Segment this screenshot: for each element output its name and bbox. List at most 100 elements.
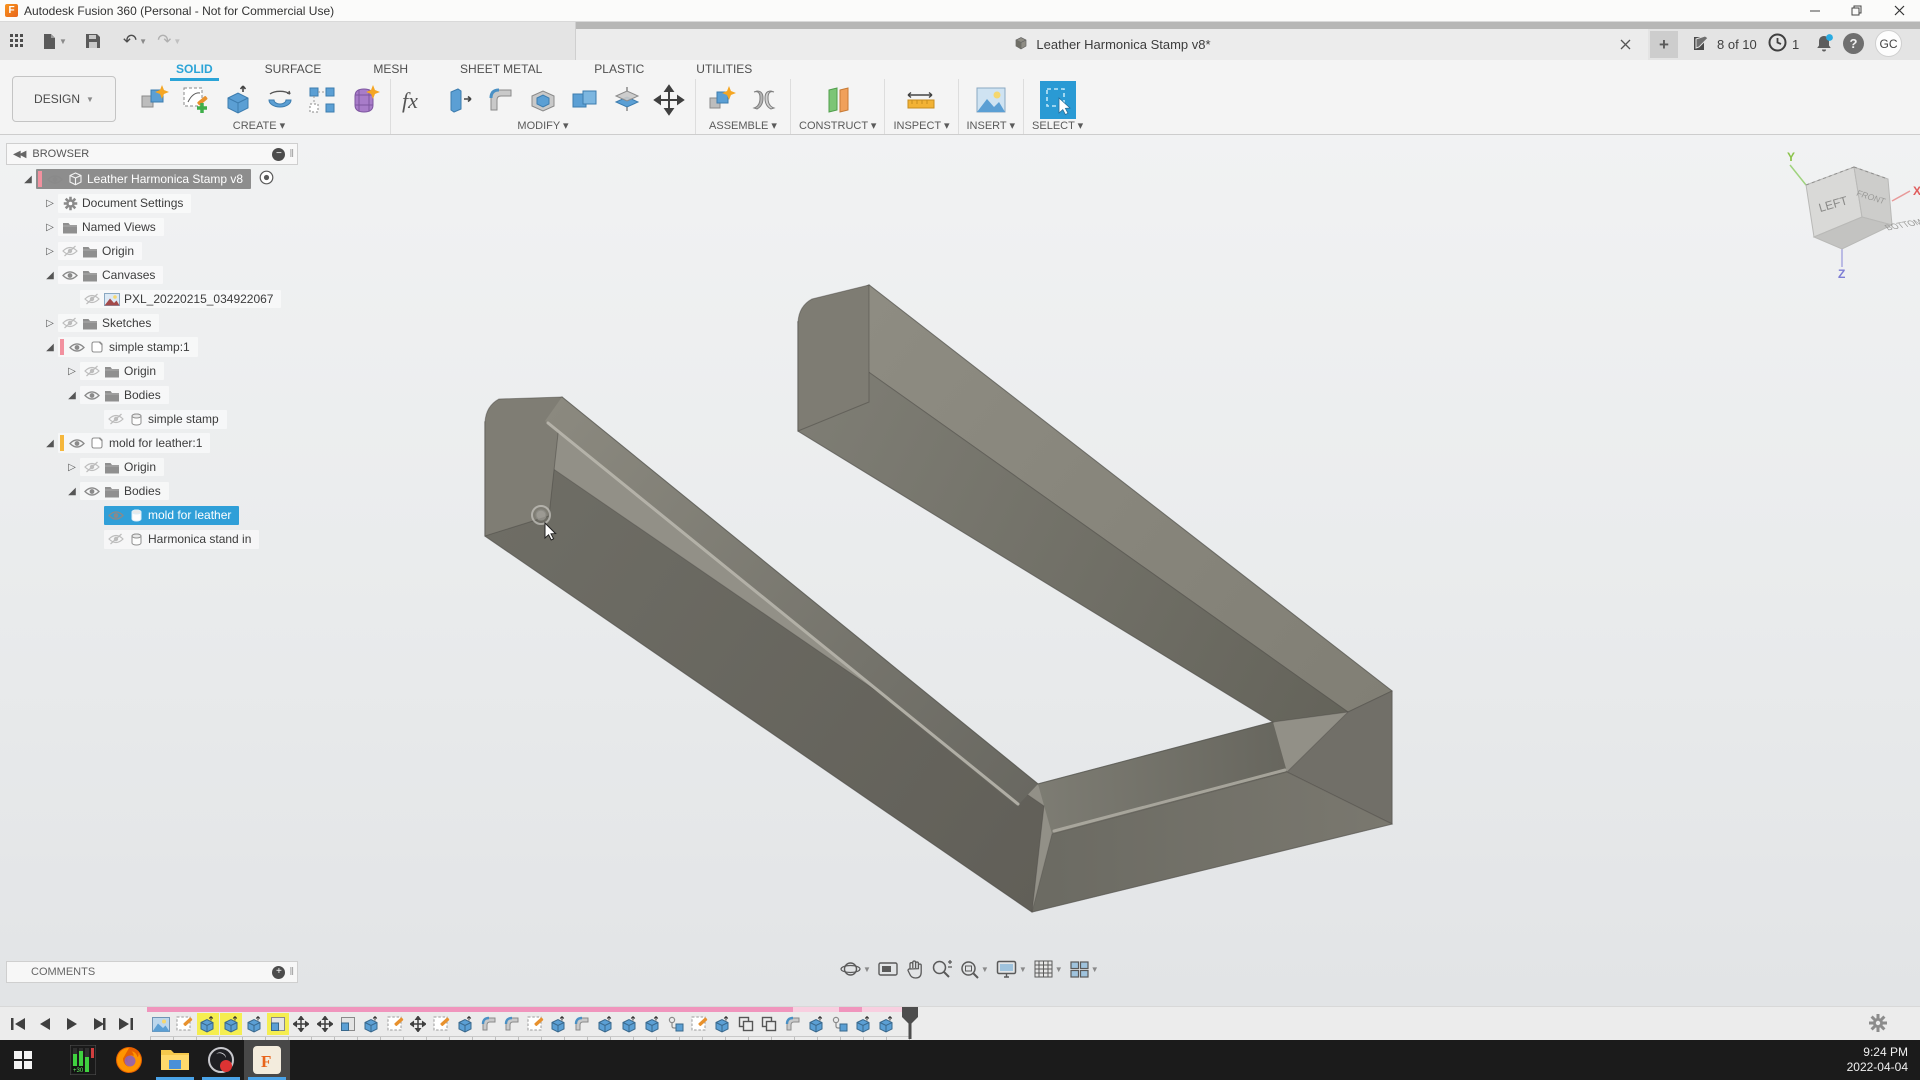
expand-arrow-icon[interactable]: ▷	[64, 366, 80, 377]
timeline-feature-extrude[interactable]	[244, 1013, 266, 1035]
visibility-eye-icon[interactable]	[106, 510, 126, 521]
firefox-icon[interactable]	[106, 1040, 152, 1080]
parameters-fx-icon[interactable]: fx	[399, 81, 435, 119]
minimize-button[interactable]	[1794, 0, 1836, 21]
ribbon-group-label[interactable]: CREATE ▾	[233, 119, 285, 132]
timeline-skip-start-button[interactable]	[8, 1014, 28, 1034]
collapse-arrow-icon[interactable]: ◢	[20, 174, 36, 185]
extrude-icon[interactable]	[220, 81, 256, 119]
look-at-tool-icon[interactable]	[878, 960, 898, 978]
collapse-panel-icon[interactable]: ◀◀	[13, 149, 24, 160]
shell-icon[interactable]	[525, 81, 561, 119]
fit-tool-icon[interactable]: ▼	[959, 959, 989, 979]
taskbar-clock[interactable]: 9:24 PM 2022-04-04	[1847, 1045, 1920, 1075]
view-cube[interactable]: Y X Z LEFT FRONT BOTTOM	[1778, 143, 1920, 278]
ribbon-group-label[interactable]: ASSEMBLE ▾	[709, 119, 777, 132]
file-explorer-icon[interactable]	[152, 1040, 198, 1080]
viewport-3d[interactable]: Y X Z LEFT FRONT BOTTOM ◀◀ BROWSER − ‖ ◢…	[0, 135, 1920, 1006]
browser-row-simple-stamp[interactable]: simple stamp	[6, 407, 346, 431]
move-copy-icon[interactable]	[651, 81, 687, 119]
visibility-eye-off-icon[interactable]	[106, 413, 126, 425]
viewports-tool-icon[interactable]: ▼	[1070, 961, 1099, 978]
timeline-feature-extrude[interactable]	[712, 1013, 734, 1035]
ribbon-group-label[interactable]: INSPECT ▾	[893, 119, 949, 132]
visibility-eye-off-icon[interactable]	[60, 317, 80, 329]
collapse-arrow-icon[interactable]: ◢	[42, 438, 58, 449]
timeline-feature-extrude[interactable]	[361, 1013, 383, 1035]
browser-row-harmonica-stand-in[interactable]: Harmonica stand in	[6, 527, 346, 551]
ribbon-tab-utilities[interactable]: UTILITIES	[670, 60, 778, 79]
assemble-component-icon[interactable]	[704, 81, 740, 119]
pattern-icon[interactable]	[304, 81, 340, 119]
timeline-feature-plane[interactable]	[267, 1013, 289, 1035]
browser-row-origin[interactable]: ▷Origin	[6, 239, 346, 263]
timeline-feature-canvas[interactable]	[150, 1013, 172, 1035]
visibility-eye-off-icon[interactable]	[82, 293, 102, 305]
timeline-feature-pattern[interactable]	[758, 1013, 780, 1035]
visibility-eye-off-icon[interactable]	[82, 461, 102, 473]
expand-arrow-icon[interactable]: ▷	[42, 198, 58, 209]
display-settings-tool-icon[interactable]: ▼	[996, 960, 1027, 979]
insert-image-icon[interactable]	[973, 81, 1009, 119]
browser-minimize-icon[interactable]: −	[272, 148, 285, 161]
timeline-step-back-button[interactable]	[35, 1014, 55, 1034]
browser-panel-header[interactable]: ◀◀ BROWSER − ‖	[6, 143, 298, 165]
timeline-step-forward-button[interactable]	[89, 1014, 109, 1034]
create-sketch-icon[interactable]	[178, 81, 214, 119]
measure-icon[interactable]	[903, 81, 939, 119]
comments-panel-header[interactable]: COMMENTS + ‖	[6, 961, 298, 983]
file-menu-button[interactable]: ▼	[43, 33, 67, 50]
timeline-feature-component[interactable]	[829, 1013, 851, 1035]
timeline-feature-extrude[interactable]	[875, 1013, 897, 1035]
visibility-eye-icon[interactable]	[67, 342, 87, 353]
collapse-arrow-icon[interactable]: ◢	[42, 270, 58, 281]
visibility-eye-off-icon[interactable]	[106, 533, 126, 545]
app-grid-icon[interactable]	[10, 34, 25, 49]
expand-arrow-icon[interactable]: ▷	[42, 318, 58, 329]
browser-row-sketches[interactable]: ▷Sketches	[6, 311, 346, 335]
redo-button[interactable]: ↷▼	[157, 31, 181, 51]
obs-studio-icon[interactable]	[198, 1040, 244, 1080]
timeline-feature-move[interactable]	[314, 1013, 336, 1035]
timeline-play-button[interactable]	[62, 1014, 82, 1034]
timeline-feature-plane[interactable]	[337, 1013, 359, 1035]
fillet-icon[interactable]	[483, 81, 519, 119]
panel-grip[interactable]: ‖	[289, 148, 294, 160]
workspace-selector[interactable]: DESIGN▼	[12, 76, 116, 122]
timeline-feature-sketch[interactable]	[688, 1013, 710, 1035]
timeline-feature-fillet[interactable]	[501, 1013, 523, 1035]
ribbon-tab-mesh[interactable]: MESH	[347, 60, 434, 79]
ribbon-group-label[interactable]: SELECT ▾	[1032, 119, 1083, 132]
browser-row-canvases[interactable]: ◢Canvases	[6, 263, 346, 287]
timeline-skip-end-button[interactable]	[116, 1014, 136, 1034]
split-body-icon[interactable]	[609, 81, 645, 119]
timeline-feature-sketch[interactable]	[431, 1013, 453, 1035]
restore-button[interactable]	[1836, 0, 1878, 21]
timeline-playhead[interactable]	[900, 1007, 920, 1039]
expand-arrow-icon[interactable]: ▷	[64, 462, 80, 473]
browser-row-leather-harmonica-stamp-v8[interactable]: ◢Leather Harmonica Stamp v8	[6, 167, 346, 191]
pan-tool-icon[interactable]	[905, 959, 924, 979]
joint-icon[interactable]	[746, 81, 782, 119]
job-status-button[interactable]: 8 of 10	[1692, 32, 1757, 56]
panel-grip[interactable]: ‖	[289, 966, 294, 978]
start-button[interactable]	[0, 1040, 46, 1080]
visibility-eye-off-icon[interactable]	[82, 365, 102, 377]
browser-row-mold-for-leather[interactable]: mold for leather	[6, 503, 346, 527]
comments-expand-icon[interactable]: +	[272, 966, 285, 979]
visibility-eye-icon[interactable]	[45, 174, 65, 185]
browser-row-bodies[interactable]: ◢Bodies	[6, 479, 346, 503]
grid-snap-tool-icon[interactable]: ▼	[1034, 960, 1063, 978]
timeline-feature-extrude[interactable]	[805, 1013, 827, 1035]
extension-status-button[interactable]: 1	[1768, 32, 1799, 56]
visibility-eye-icon[interactable]	[60, 270, 80, 281]
timeline-feature-move[interactable]	[407, 1013, 429, 1035]
undo-button[interactable]: ↶▼	[123, 31, 147, 51]
timeline-feature-fillet[interactable]	[782, 1013, 804, 1035]
visibility-eye-off-icon[interactable]	[60, 245, 80, 257]
timeline-feature-extrude[interactable]	[595, 1013, 617, 1035]
user-avatar[interactable]: GC	[1875, 30, 1902, 57]
press-pull-icon[interactable]	[441, 81, 477, 119]
create-form-icon[interactable]	[346, 81, 382, 119]
timeline-feature-sketch[interactable]	[173, 1013, 195, 1035]
